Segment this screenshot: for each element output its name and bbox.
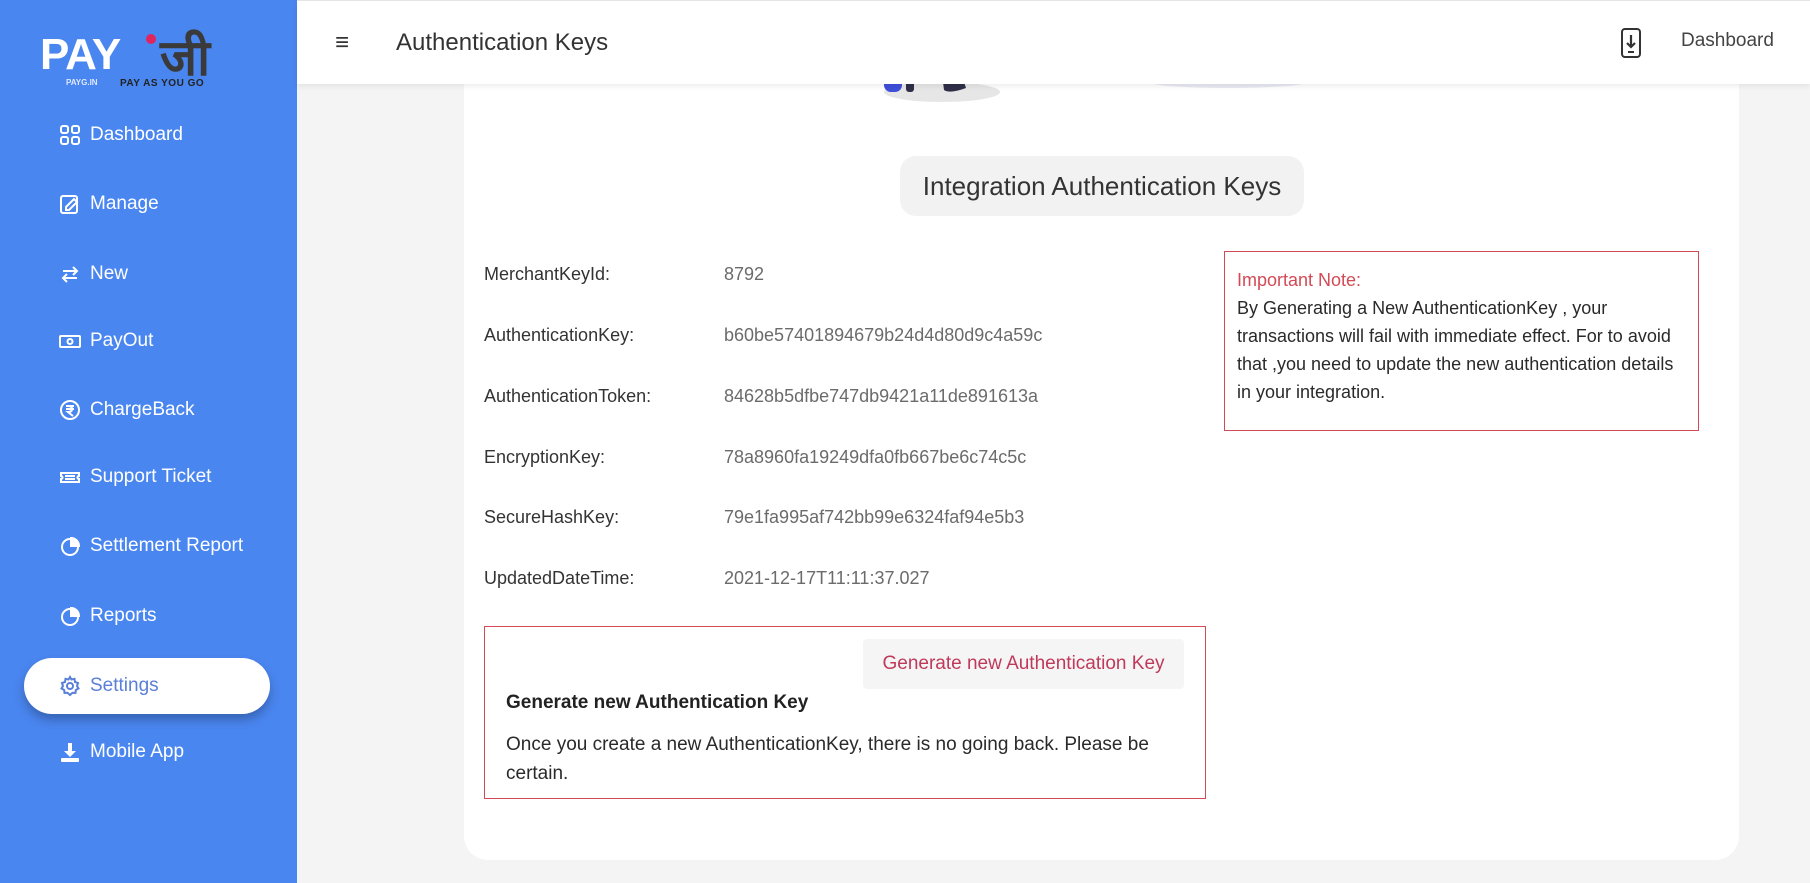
sidebar-item-label: Settings xyxy=(90,675,159,696)
encryption-key-value: 78a8960fa19249dfa0fb667be6c74c5c xyxy=(724,447,1027,467)
sidebar-item-label: Mobile App xyxy=(90,741,185,762)
merchant-key-id-label: MerchantKeyId: xyxy=(484,264,611,284)
sidebar-item-reports[interactable]: Reports xyxy=(24,588,270,644)
swap-arrows-icon xyxy=(58,262,82,286)
logo-brand: PAY xyxy=(40,30,121,79)
important-note-box: Important Note: By Generating a New Auth… xyxy=(1224,251,1699,431)
generate-key-button[interactable]: Generate new Authentication Key xyxy=(863,639,1184,689)
sidebar-item-label: Manage xyxy=(90,193,159,214)
rupee-circle-icon xyxy=(58,398,82,422)
ticket-icon xyxy=(58,465,82,489)
secure-hash-key-value: 79e1fa995af742bb99e6324faf94e5b3 xyxy=(724,507,1025,527)
pie-chart-icon xyxy=(58,604,82,628)
gear-icon xyxy=(58,674,82,698)
page-title: Authentication Keys xyxy=(396,29,609,56)
money-icon xyxy=(58,329,82,353)
sidebar-item-chargeback[interactable]: ChargeBack xyxy=(24,382,270,438)
pie-chart-icon xyxy=(58,534,82,558)
important-note-text: By Generating a New AuthenticationKey , … xyxy=(1237,298,1674,402)
sidebar-item-manage[interactable]: Manage xyxy=(24,176,270,232)
header-dashboard-link[interactable]: Dashboard xyxy=(1681,30,1774,52)
sidebar-item-label: Reports xyxy=(90,605,157,626)
sidebar-item-label: Dashboard xyxy=(90,124,183,145)
sidebar-item-new[interactable]: New xyxy=(24,246,270,302)
updated-datetime-value: 2021-12-17T11:11:37.027 xyxy=(724,568,930,588)
generate-key-heading: Generate new Authentication Key xyxy=(506,692,809,713)
sidebar-item-label: New xyxy=(90,263,129,284)
sidebar: PAY जी PAYG.IN PAY AS YOU GO Dashboard M… xyxy=(0,0,297,883)
sidebar-item-payout[interactable]: PayOut xyxy=(24,313,270,369)
section-title: Integration Authentication Keys xyxy=(900,156,1304,216)
sidebar-item-label: ChargeBack xyxy=(90,399,195,420)
hamburger-menu-icon[interactable]: ≡ xyxy=(335,29,349,57)
sidebar-item-dashboard[interactable]: Dashboard xyxy=(24,107,270,163)
updated-datetime-label: UpdatedDateTime: xyxy=(484,568,635,588)
sidebar-item-label: Support Ticket xyxy=(90,466,212,487)
logo-dot xyxy=(146,34,156,44)
grid-icon xyxy=(58,123,82,147)
sidebar-item-support-ticket[interactable]: Support Ticket xyxy=(24,449,270,505)
payji-logo[interactable]: PAY जी PAYG.IN PAY AS YOU GO xyxy=(40,22,250,94)
edit-icon xyxy=(58,192,82,216)
important-note-title: Important Note: xyxy=(1237,270,1362,290)
mobile-download-icon[interactable] xyxy=(1620,28,1642,58)
top-header: ≡ Authentication Keys Dashboard xyxy=(297,0,1810,84)
sidebar-item-mobile-app[interactable]: Mobile App xyxy=(24,724,270,780)
authentication-token-label: AuthenticationToken: xyxy=(484,386,652,406)
sidebar-item-settlement-report[interactable]: Settlement Report xyxy=(24,518,270,574)
logo-sub: PAYG.IN xyxy=(66,78,98,87)
download-icon xyxy=(58,740,82,764)
authentication-key-value: b60be57401894679b24d4d80d9c4a59c xyxy=(724,325,1043,345)
merchant-key-id-value: 8792 xyxy=(724,264,765,284)
encryption-key-label: EncryptionKey: xyxy=(484,447,606,467)
authentication-token-value: 84628b5dfbe747db9421a11de891613a xyxy=(724,386,1038,406)
sidebar-item-label: Settlement Report xyxy=(90,535,244,556)
authentication-key-label: AuthenticationKey: xyxy=(484,325,635,345)
sidebar-item-settings[interactable]: Settings xyxy=(24,658,270,714)
logo-tagline: PAY AS YOU GO xyxy=(120,78,205,89)
generate-key-box: Generate new Authentication Key Generate… xyxy=(484,626,1206,799)
generate-key-description: Once you create a new AuthenticationKey,… xyxy=(506,734,1149,784)
sidebar-item-label: PayOut xyxy=(90,330,154,351)
secure-hash-key-label: SecureHashKey: xyxy=(484,507,620,527)
